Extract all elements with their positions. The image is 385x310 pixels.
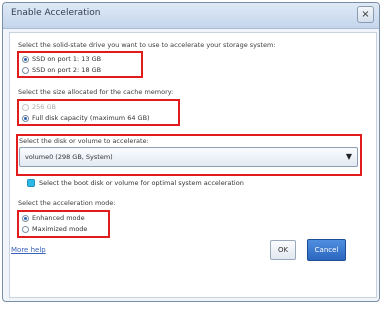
cache-size-question: Select the size allocated for the cache … bbox=[18, 88, 174, 96]
close-button[interactable]: × bbox=[357, 6, 374, 23]
volume-selected-value: volume0 (298 GB, System) bbox=[25, 153, 113, 161]
mode-option-maximized[interactable]: Maximized mode bbox=[22, 225, 87, 233]
cache-full-disk-radio[interactable] bbox=[22, 114, 29, 122]
drive-option-port2[interactable]: SSD on port 2: 18 GB bbox=[22, 66, 101, 74]
dropdown-arrow-icon: ▼ bbox=[345, 152, 352, 161]
cancel-button[interactable]: Cancel bbox=[307, 239, 346, 261]
mode-enhanced-label: Enhanced mode bbox=[32, 214, 85, 222]
dialog-title: Enable Acceleration bbox=[11, 8, 101, 18]
cache-256gb-radio bbox=[22, 103, 29, 111]
cache-full-disk-label: Full disk capacity (maximum 64 GB) bbox=[32, 114, 150, 122]
mode-maximized-label: Maximized mode bbox=[32, 225, 88, 233]
drive-port1-label: SSD on port 1: 13 GB bbox=[32, 55, 102, 63]
drive-option-port1[interactable]: SSD on port 1: 13 GB bbox=[22, 55, 101, 63]
drive-question: Select the solid-state drive you want to… bbox=[18, 41, 276, 49]
mode-enhanced-radio[interactable] bbox=[22, 214, 29, 222]
boot-volume-checkbox[interactable] bbox=[27, 179, 35, 187]
cache-256gb-label: 256 GB bbox=[32, 103, 56, 111]
mode-question: Select the acceleration mode: bbox=[18, 199, 116, 207]
drive-port2-label: SSD on port 2: 18 GB bbox=[32, 66, 102, 74]
volume-select[interactable]: volume0 (298 GB, System) ▼ bbox=[19, 147, 358, 167]
drive-port2-radio[interactable] bbox=[22, 66, 29, 74]
mode-option-enhanced[interactable]: Enhanced mode bbox=[22, 214, 85, 222]
drive-port1-radio[interactable] bbox=[22, 55, 29, 63]
more-help-link[interactable]: More help bbox=[11, 246, 46, 254]
ok-button[interactable]: OK bbox=[270, 240, 296, 260]
boot-volume-label: Select the boot disk or volume for optim… bbox=[39, 179, 244, 187]
mode-maximized-radio[interactable] bbox=[22, 225, 29, 233]
cache-option-256gb: 256 GB bbox=[22, 103, 56, 111]
boot-volume-option[interactable]: Select the boot disk or volume for optim… bbox=[27, 179, 244, 187]
cache-option-full-disk[interactable]: Full disk capacity (maximum 64 GB) bbox=[22, 114, 150, 122]
title-bar: Enable Acceleration × bbox=[3, 3, 379, 29]
close-icon: × bbox=[361, 9, 370, 20]
volume-question: Select the disk or volume to accelerate: bbox=[19, 137, 149, 145]
